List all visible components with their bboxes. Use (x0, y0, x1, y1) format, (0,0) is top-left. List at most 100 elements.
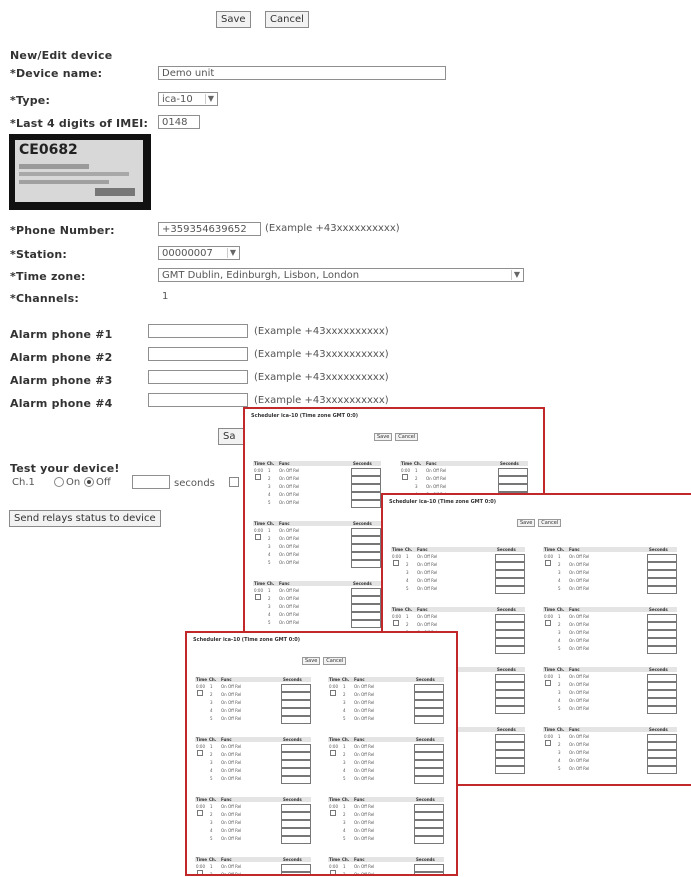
scheduler-time-checkbox[interactable] (197, 750, 203, 756)
top-save-button[interactable]: Save (216, 11, 251, 28)
scheduler-seconds-input[interactable] (281, 804, 311, 812)
scheduler-seconds-input[interactable] (351, 620, 381, 628)
scheduler-seconds-input[interactable] (647, 734, 677, 742)
scheduler-seconds-input[interactable] (281, 700, 311, 708)
scheduler-seconds-input[interactable] (647, 630, 677, 638)
scheduler-seconds-input[interactable] (414, 804, 444, 812)
scheduler-time-checkbox[interactable] (197, 690, 203, 696)
scheduler-seconds-input[interactable] (495, 698, 525, 706)
scheduler-seconds-input[interactable] (414, 708, 444, 716)
scheduler-seconds-input[interactable] (414, 744, 444, 752)
scheduler-time-checkbox[interactable] (402, 474, 408, 480)
scheduler-time-checkbox[interactable] (330, 750, 336, 756)
alarm-phone-3-input[interactable] (148, 370, 248, 384)
scheduler-seconds-input[interactable] (351, 552, 381, 560)
scheduler-seconds-input[interactable] (281, 752, 311, 760)
scheduler-seconds-input[interactable] (647, 698, 677, 706)
scheduler-time-checkbox[interactable] (255, 594, 261, 600)
scheduler-seconds-input[interactable] (498, 468, 528, 476)
scheduler-seconds-input[interactable] (351, 604, 381, 612)
scheduler-seconds-input[interactable] (281, 776, 311, 784)
scheduler-seconds-input[interactable] (495, 690, 525, 698)
scheduler-seconds-input[interactable] (495, 766, 525, 774)
scheduler-seconds-input[interactable] (495, 646, 525, 654)
scheduler-seconds-input[interactable] (498, 476, 528, 484)
scheduler-seconds-input[interactable] (647, 554, 677, 562)
scheduler-seconds-input[interactable] (281, 872, 311, 874)
scheduler-time-checkbox[interactable] (545, 560, 551, 566)
scheduler-seconds-input[interactable] (351, 612, 381, 620)
scheduler-seconds-input[interactable] (495, 630, 525, 638)
scheduler-seconds-input[interactable] (414, 700, 444, 708)
scheduler-time-checkbox[interactable] (545, 620, 551, 626)
scheduler-seconds-input[interactable] (414, 776, 444, 784)
scheduler-time-checkbox[interactable] (255, 534, 261, 540)
scheduler-seconds-input[interactable] (351, 492, 381, 500)
scheduler-seconds-input[interactable] (351, 544, 381, 552)
scheduler-seconds-input[interactable] (495, 570, 525, 578)
scheduler-seconds-input[interactable] (495, 554, 525, 562)
scheduler-cancel-button[interactable]: Cancel (323, 657, 347, 665)
scheduler-seconds-input[interactable] (647, 614, 677, 622)
scheduler-seconds-input[interactable] (495, 734, 525, 742)
scheduler-time-checkbox[interactable] (393, 620, 399, 626)
scheduler-time-checkbox[interactable] (255, 474, 261, 480)
timezone-select[interactable]: GMT Dublin, Edinburgh, Lisbon, London ▼ (158, 268, 524, 282)
scheduler-time-checkbox[interactable] (197, 870, 203, 874)
scheduler-cancel-button[interactable]: Cancel (538, 519, 562, 527)
scheduler-seconds-input[interactable] (647, 742, 677, 750)
test-off-radio[interactable] (84, 477, 94, 487)
scheduler-seconds-input[interactable] (414, 692, 444, 700)
scheduler-seconds-input[interactable] (647, 586, 677, 594)
scheduler-seconds-input[interactable] (647, 562, 677, 570)
phone-input[interactable]: +359354639652 (158, 222, 261, 236)
test-on-radio[interactable] (54, 477, 64, 487)
scheduler-time-checkbox[interactable] (330, 810, 336, 816)
scheduler-seconds-input[interactable] (414, 752, 444, 760)
scheduler-seconds-input[interactable] (414, 864, 444, 872)
device-name-input[interactable]: Demo unit (158, 66, 446, 80)
scheduler-seconds-input[interactable] (495, 758, 525, 766)
scheduler-time-checkbox[interactable] (330, 690, 336, 696)
alarm-phone-4-input[interactable] (148, 393, 248, 407)
scheduler-seconds-input[interactable] (495, 682, 525, 690)
scheduler-seconds-input[interactable] (351, 528, 381, 536)
scheduler-seconds-input[interactable] (281, 828, 311, 836)
scheduler-seconds-input[interactable] (495, 750, 525, 758)
scheduler-seconds-input[interactable] (281, 692, 311, 700)
scheduler-seconds-input[interactable] (647, 682, 677, 690)
scheduler-seconds-input[interactable] (495, 638, 525, 646)
scheduler-seconds-input[interactable] (281, 812, 311, 820)
scheduler-seconds-input[interactable] (414, 836, 444, 844)
scheduler-seconds-input[interactable] (351, 560, 381, 568)
scheduler-seconds-input[interactable] (647, 638, 677, 646)
top-cancel-button[interactable]: Cancel (265, 11, 309, 28)
scheduler-seconds-input[interactable] (281, 768, 311, 776)
scheduler-seconds-input[interactable] (351, 468, 381, 476)
scheduler-seconds-input[interactable] (495, 674, 525, 682)
scheduler-seconds-input[interactable] (281, 716, 311, 724)
scheduler-seconds-input[interactable] (414, 828, 444, 836)
scheduler-time-checkbox[interactable] (393, 560, 399, 566)
scheduler-seconds-input[interactable] (495, 614, 525, 622)
scheduler-seconds-input[interactable] (281, 864, 311, 872)
test-seconds-input[interactable] (132, 475, 170, 489)
scheduler-seconds-input[interactable] (414, 812, 444, 820)
scheduler-seconds-input[interactable] (351, 484, 381, 492)
scheduler-seconds-input[interactable] (351, 500, 381, 508)
scheduler-seconds-input[interactable] (647, 758, 677, 766)
scheduler-seconds-input[interactable] (414, 684, 444, 692)
scheduler-seconds-input[interactable] (647, 766, 677, 774)
scheduler-seconds-input[interactable] (281, 684, 311, 692)
scheduler-seconds-input[interactable] (414, 716, 444, 724)
scheduler-seconds-input[interactable] (495, 706, 525, 714)
scheduler-save-button[interactable]: Save (302, 657, 321, 665)
scheduler-seconds-input[interactable] (647, 622, 677, 630)
scheduler-seconds-input[interactable] (281, 760, 311, 768)
scheduler-cancel-button[interactable]: Cancel (395, 433, 419, 441)
scheduler-seconds-input[interactable] (281, 744, 311, 752)
scheduler-time-checkbox[interactable] (197, 810, 203, 816)
scheduler-seconds-input[interactable] (647, 750, 677, 758)
scheduler-seconds-input[interactable] (351, 588, 381, 596)
type-select[interactable]: ica-10 ▼ (158, 92, 218, 106)
